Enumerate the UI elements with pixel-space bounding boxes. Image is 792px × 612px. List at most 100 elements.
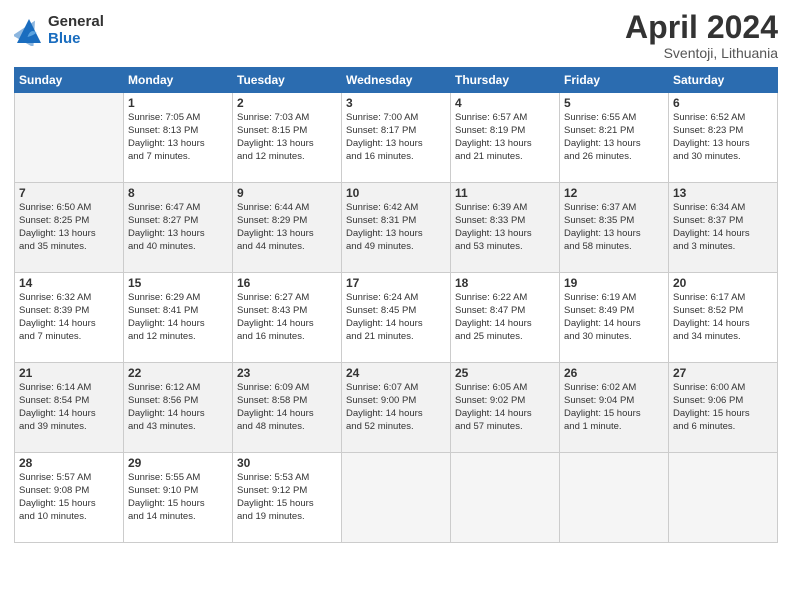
calendar-cell: 8 Sunrise: 6:47 AM Sunset: 8:27 PM Daylig… (124, 183, 233, 273)
week-row-4: 21 Sunrise: 6:14 AM Sunset: 8:54 PM Dayli… (15, 363, 778, 453)
calendar-cell: 15Sunrise: 6:29 AM Sunset: 8:41 PM Dayli… (124, 273, 233, 363)
logo-icon (14, 16, 44, 46)
header: General Blue April 2024 Sventoji, Lithua… (14, 10, 778, 61)
calendar-cell: 6 Sunrise: 6:52 AM Sunset: 8:23 PM Daylig… (669, 93, 778, 183)
day-number: 21 (19, 366, 119, 380)
day-number: 9 (237, 186, 337, 200)
day-number: 12 (564, 186, 664, 200)
header-wednesday: Wednesday (342, 68, 451, 93)
header-row: SundayMondayTuesdayWednesdayThursdayFrid… (15, 68, 778, 93)
day-number: 7 (19, 186, 119, 200)
calendar-cell: 2 Sunrise: 7:03 AM Sunset: 8:15 PM Daylig… (233, 93, 342, 183)
calendar-cell: 13Sunrise: 6:34 AM Sunset: 8:37 PM Dayli… (669, 183, 778, 273)
day-number: 1 (128, 96, 228, 110)
calendar-cell: 16Sunrise: 6:27 AM Sunset: 8:43 PM Dayli… (233, 273, 342, 363)
calendar-cell: 29 Sunrise: 5:55 AM Sunset: 9:10 PM Dayli… (124, 453, 233, 543)
logo: General Blue (14, 14, 104, 47)
calendar-cell: 22 Sunrise: 6:12 AM Sunset: 8:56 PM Dayli… (124, 363, 233, 453)
calendar-cell: 17 Sunrise: 6:24 AM Sunset: 8:45 PM Dayli… (342, 273, 451, 363)
logo-text: General Blue (48, 14, 104, 47)
day-info: Sunrise: 6:02 AM Sunset: 9:04 PM Dayligh… (564, 382, 664, 433)
header-friday: Friday (560, 68, 669, 93)
day-info: Sunrise: 6:24 AM Sunset: 8:45 PM Dayligh… (346, 292, 446, 343)
day-number: 25 (455, 366, 555, 380)
calendar-cell (669, 453, 778, 543)
calendar-cell: 28Sunrise: 5:57 AM Sunset: 9:08 PM Dayli… (15, 453, 124, 543)
calendar-cell: 18 Sunrise: 6:22 AM Sunset: 8:47 PM Dayli… (451, 273, 560, 363)
day-info: Sunrise: 6:50 AM Sunset: 8:25 PM Dayligh… (19, 202, 119, 253)
day-number: 3 (346, 96, 446, 110)
day-info: Sunrise: 6:27 AM Sunset: 8:43 PM Dayligh… (237, 292, 337, 343)
week-row-5: 28Sunrise: 5:57 AM Sunset: 9:08 PM Dayli… (15, 453, 778, 543)
day-info: Sunrise: 6:12 AM Sunset: 8:56 PM Dayligh… (128, 382, 228, 433)
calendar-cell: 7 Sunrise: 6:50 AM Sunset: 8:25 PM Daylig… (15, 183, 124, 273)
calendar-cell: 4Sunrise: 6:57 AM Sunset: 8:19 PM Daylig… (451, 93, 560, 183)
calendar-table: SundayMondayTuesdayWednesdayThursdayFrid… (14, 67, 778, 543)
calendar-cell: 11 Sunrise: 6:39 AM Sunset: 8:33 PM Dayli… (451, 183, 560, 273)
header-sunday: Sunday (15, 68, 124, 93)
day-info: Sunrise: 6:44 AM Sunset: 8:29 PM Dayligh… (237, 202, 337, 253)
calendar-cell: 9 Sunrise: 6:44 AM Sunset: 8:29 PM Daylig… (233, 183, 342, 273)
day-info: Sunrise: 6:47 AM Sunset: 8:27 PM Dayligh… (128, 202, 228, 253)
week-row-1: 1Sunrise: 7:05 AM Sunset: 8:13 PM Daylig… (15, 93, 778, 183)
day-number: 6 (673, 96, 773, 110)
day-number: 11 (455, 186, 555, 200)
header-monday: Monday (124, 68, 233, 93)
logo-general: General (48, 14, 104, 31)
calendar-cell: 10 Sunrise: 6:42 AM Sunset: 8:31 PM Dayli… (342, 183, 451, 273)
calendar-cell (15, 93, 124, 183)
calendar-cell: 20 Sunrise: 6:17 AM Sunset: 8:52 PM Dayli… (669, 273, 778, 363)
calendar-cell: 12 Sunrise: 6:37 AM Sunset: 8:35 PM Dayli… (560, 183, 669, 273)
day-info: Sunrise: 6:22 AM Sunset: 8:47 PM Dayligh… (455, 292, 555, 343)
calendar-cell (342, 453, 451, 543)
day-info: Sunrise: 5:55 AM Sunset: 9:10 PM Dayligh… (128, 472, 228, 523)
day-number: 27 (673, 366, 773, 380)
day-info: Sunrise: 6:55 AM Sunset: 8:21 PM Dayligh… (564, 112, 664, 163)
day-number: 23 (237, 366, 337, 380)
title-block: April 2024 Sventoji, Lithuania (625, 10, 778, 61)
day-info: Sunrise: 6:39 AM Sunset: 8:33 PM Dayligh… (455, 202, 555, 253)
day-info: Sunrise: 6:42 AM Sunset: 8:31 PM Dayligh… (346, 202, 446, 253)
calendar-cell: 30Sunrise: 5:53 AM Sunset: 9:12 PM Dayli… (233, 453, 342, 543)
location-title: Sventoji, Lithuania (625, 45, 778, 61)
calendar-cell: 25 Sunrise: 6:05 AM Sunset: 9:02 PM Dayli… (451, 363, 560, 453)
calendar-cell (451, 453, 560, 543)
day-info: Sunrise: 6:19 AM Sunset: 8:49 PM Dayligh… (564, 292, 664, 343)
calendar-cell: 24 Sunrise: 6:07 AM Sunset: 9:00 PM Dayli… (342, 363, 451, 453)
day-number: 2 (237, 96, 337, 110)
calendar-cell: 1Sunrise: 7:05 AM Sunset: 8:13 PM Daylig… (124, 93, 233, 183)
calendar-cell: 21 Sunrise: 6:14 AM Sunset: 8:54 PM Dayli… (15, 363, 124, 453)
day-number: 10 (346, 186, 446, 200)
day-info: Sunrise: 6:37 AM Sunset: 8:35 PM Dayligh… (564, 202, 664, 253)
day-info: Sunrise: 6:52 AM Sunset: 8:23 PM Dayligh… (673, 112, 773, 163)
day-info: Sunrise: 7:03 AM Sunset: 8:15 PM Dayligh… (237, 112, 337, 163)
day-info: Sunrise: 6:05 AM Sunset: 9:02 PM Dayligh… (455, 382, 555, 433)
calendar-cell: 26 Sunrise: 6:02 AM Sunset: 9:04 PM Dayli… (560, 363, 669, 453)
day-number: 26 (564, 366, 664, 380)
day-info: Sunrise: 6:07 AM Sunset: 9:00 PM Dayligh… (346, 382, 446, 433)
day-number: 4 (455, 96, 555, 110)
day-info: Sunrise: 6:34 AM Sunset: 8:37 PM Dayligh… (673, 202, 773, 253)
day-number: 17 (346, 276, 446, 290)
day-info: Sunrise: 6:00 AM Sunset: 9:06 PM Dayligh… (673, 382, 773, 433)
day-info: Sunrise: 6:09 AM Sunset: 8:58 PM Dayligh… (237, 382, 337, 433)
day-number: 8 (128, 186, 228, 200)
day-info: Sunrise: 5:57 AM Sunset: 9:08 PM Dayligh… (19, 472, 119, 523)
day-number: 22 (128, 366, 228, 380)
day-info: Sunrise: 6:14 AM Sunset: 8:54 PM Dayligh… (19, 382, 119, 433)
calendar-cell: 3Sunrise: 7:00 AM Sunset: 8:17 PM Daylig… (342, 93, 451, 183)
day-info: Sunrise: 5:53 AM Sunset: 9:12 PM Dayligh… (237, 472, 337, 523)
week-row-2: 7 Sunrise: 6:50 AM Sunset: 8:25 PM Daylig… (15, 183, 778, 273)
calendar-cell: 14Sunrise: 6:32 AM Sunset: 8:39 PM Dayli… (15, 273, 124, 363)
week-row-3: 14Sunrise: 6:32 AM Sunset: 8:39 PM Dayli… (15, 273, 778, 363)
day-info: Sunrise: 6:17 AM Sunset: 8:52 PM Dayligh… (673, 292, 773, 343)
header-saturday: Saturday (669, 68, 778, 93)
day-number: 5 (564, 96, 664, 110)
day-info: Sunrise: 6:29 AM Sunset: 8:41 PM Dayligh… (128, 292, 228, 343)
day-number: 20 (673, 276, 773, 290)
day-number: 19 (564, 276, 664, 290)
day-number: 18 (455, 276, 555, 290)
day-number: 29 (128, 456, 228, 470)
day-number: 24 (346, 366, 446, 380)
page: General Blue April 2024 Sventoji, Lithua… (0, 0, 792, 612)
